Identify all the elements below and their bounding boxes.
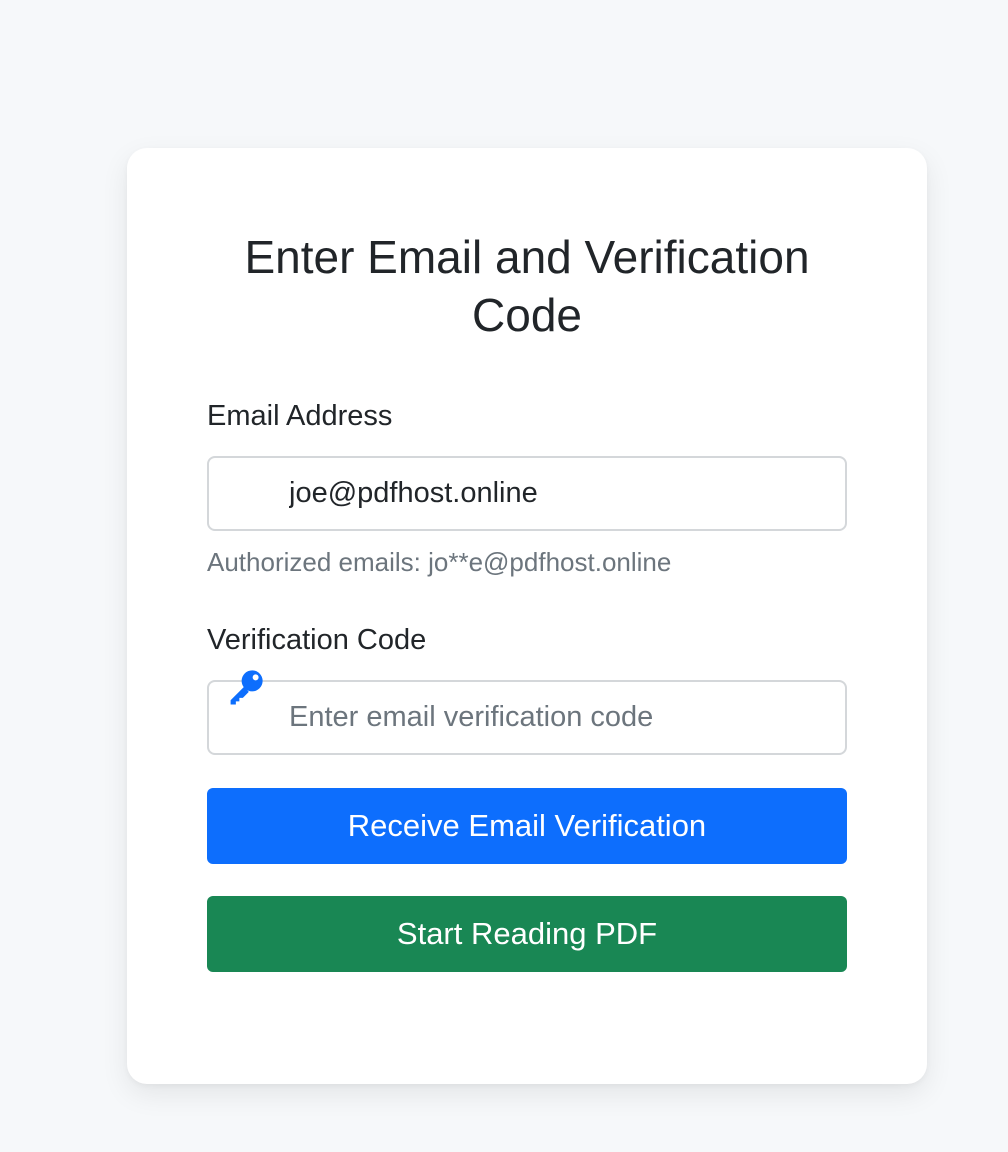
email-field-container (207, 456, 847, 531)
receive-email-verification-button[interactable]: Receive Email Verification (207, 788, 847, 864)
email-input[interactable] (289, 458, 829, 529)
authorized-emails-hint: Authorized emails: jo**e@pdfhost.online (207, 547, 672, 577)
verification-code-label: Verification Code (207, 624, 427, 656)
verification-card: Enter Email and Verification Code Email … (127, 148, 927, 1084)
verification-code-input[interactable] (289, 682, 829, 753)
page-title: Enter Email and Verification Code (244, 231, 810, 341)
start-reading-pdf-button[interactable]: Start Reading PDF (207, 896, 847, 972)
email-label: Email Address (207, 400, 393, 432)
key-icon (230, 670, 263, 705)
verification-code-field-container (207, 670, 847, 755)
